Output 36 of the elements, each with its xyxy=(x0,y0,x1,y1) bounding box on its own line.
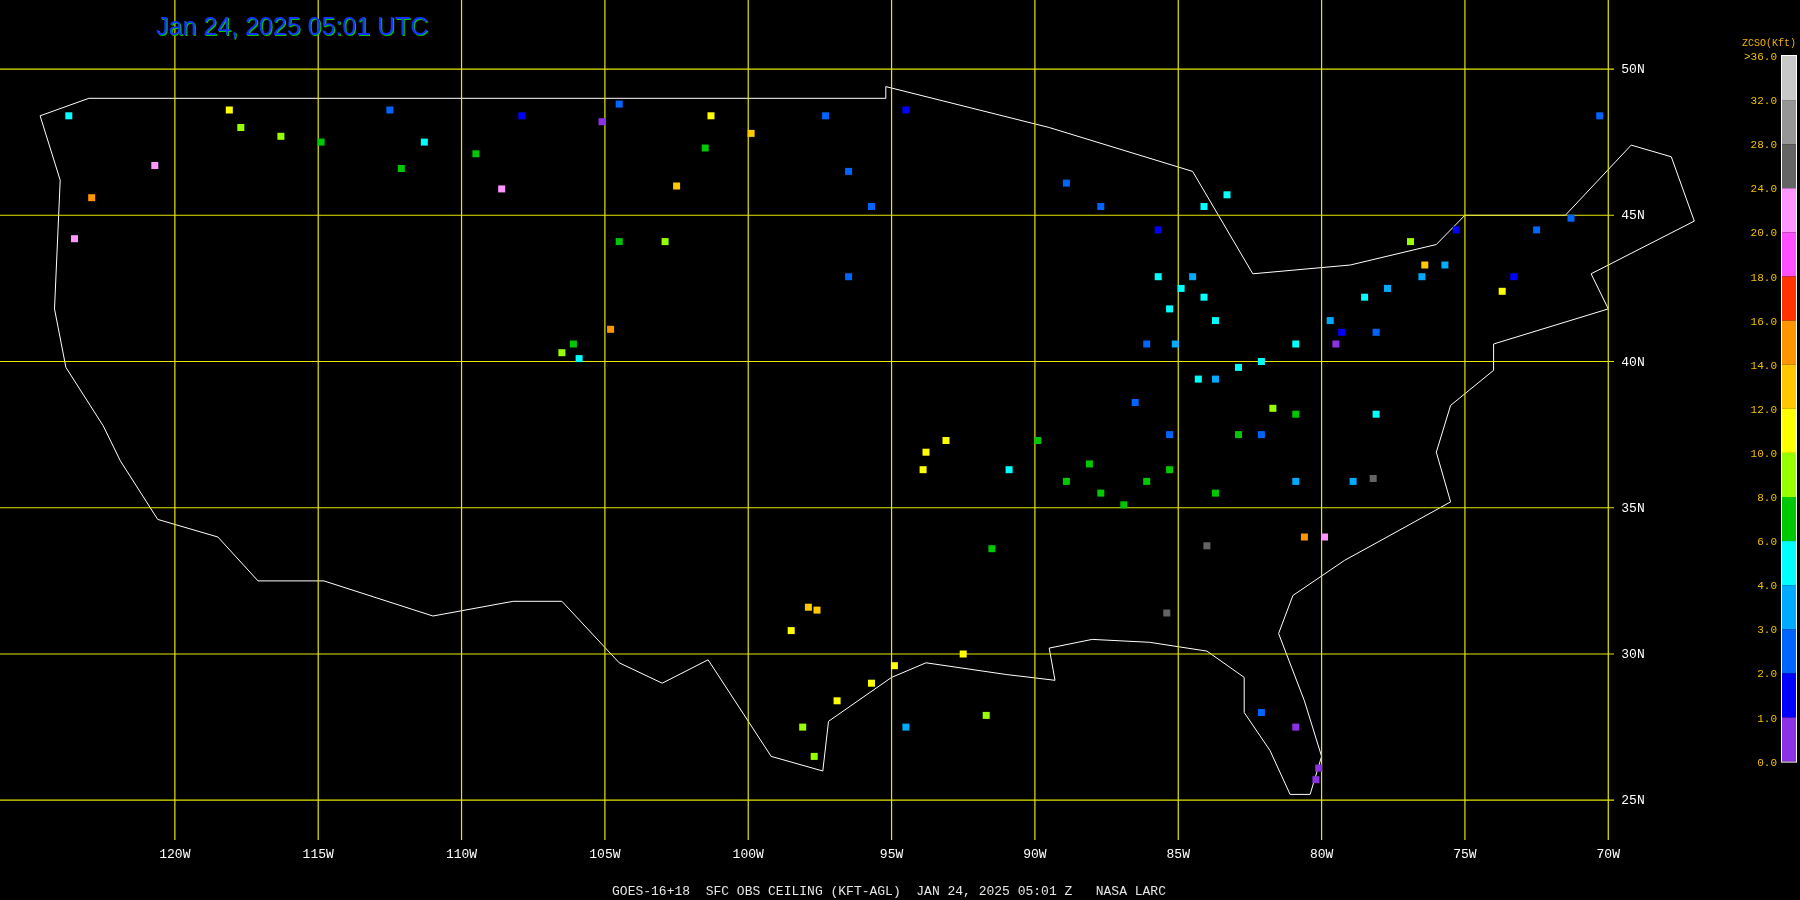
legend-label: 14.0 xyxy=(1750,359,1777,372)
legend-label: 20.0 xyxy=(1750,227,1777,240)
longitude-label: 100W xyxy=(732,847,764,862)
legend-label: 18.0 xyxy=(1750,271,1777,284)
longitude-label: 115W xyxy=(302,847,334,862)
latitude-label: 45N xyxy=(1621,208,1645,224)
legend-title: ZCSO(Kft) xyxy=(1742,38,1796,49)
latitude-label: 25N xyxy=(1621,793,1645,809)
longitude-label: 120W xyxy=(159,847,191,862)
latitude-label: 40N xyxy=(1621,354,1645,370)
caption: GOES-16+18 SFC OBS CEILING (KFT-AGL) JAN 24, 2025 05:01 Z NASA LARC xyxy=(612,884,1166,899)
legend-label: 6.0 xyxy=(1757,536,1777,549)
longitude-label: 90W xyxy=(1023,847,1047,862)
legend-label: 10.0 xyxy=(1750,447,1777,460)
longitude-label: 75W xyxy=(1453,847,1477,862)
legend-label: 16.0 xyxy=(1750,315,1777,328)
legend-label: 0.0 xyxy=(1757,756,1777,769)
latitude-label: 30N xyxy=(1621,647,1645,662)
longitude-label: 110W xyxy=(445,847,478,862)
longitude-label: 85W xyxy=(1166,847,1190,862)
longitude-label: 95W xyxy=(879,847,904,862)
legend-label: 24.0 xyxy=(1750,183,1777,196)
legend-label: 12.0 xyxy=(1750,403,1777,416)
legend-label: 2.0 xyxy=(1757,668,1777,681)
legend-label: 4.0 xyxy=(1757,580,1777,593)
longitude-label: 70W xyxy=(1596,847,1620,862)
longitude-label: 80W xyxy=(1309,847,1334,862)
legend-label: 3.0 xyxy=(1757,624,1777,637)
longitude-label: 105W xyxy=(589,847,621,862)
legend-label: 8.0 xyxy=(1757,492,1777,504)
legend-label: 28.0 xyxy=(1750,139,1777,152)
legend-label: 32.0 xyxy=(1750,95,1777,108)
legend-label: >36.0 xyxy=(1744,51,1777,63)
latitude-label: 50N xyxy=(1621,62,1645,78)
latitude-label: 35N xyxy=(1621,500,1645,516)
legend-label: 1.0 xyxy=(1757,712,1777,725)
